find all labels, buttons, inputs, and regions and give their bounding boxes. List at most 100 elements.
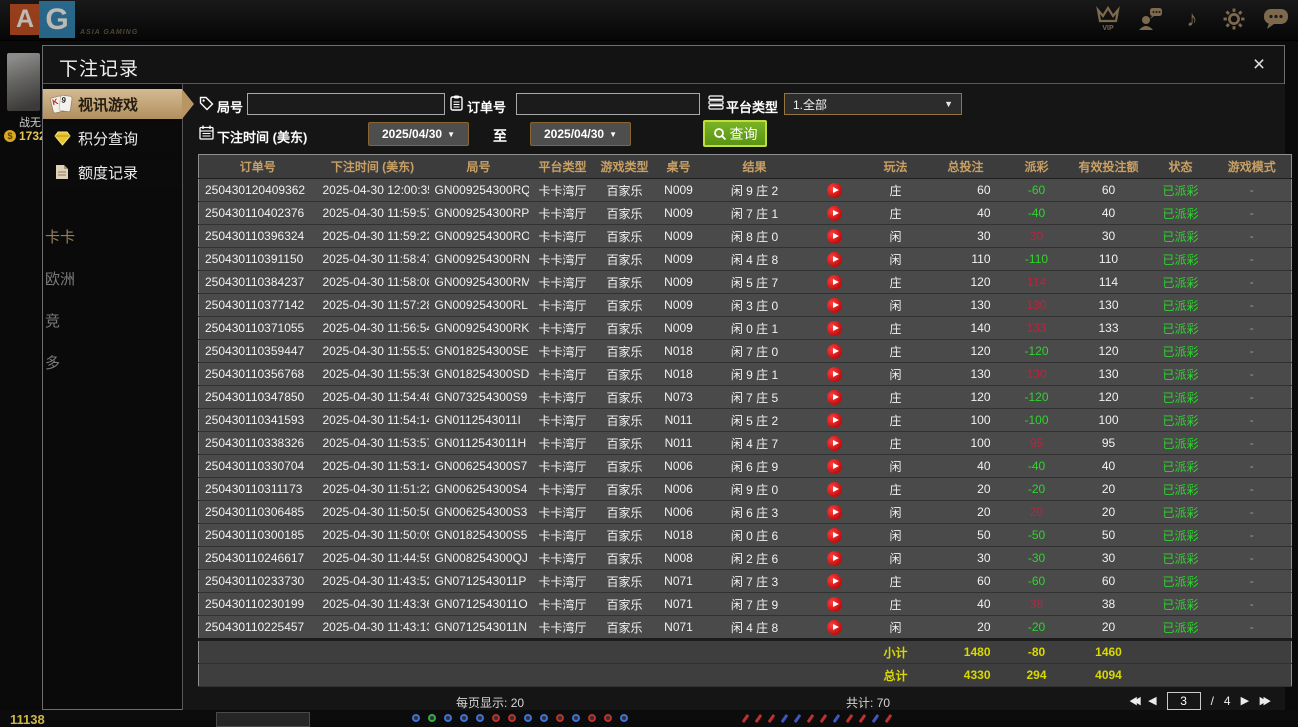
replay-play-button[interactable] (827, 229, 842, 244)
vip-crown-icon[interactable]: VIP (1094, 6, 1122, 32)
table-row: 250430110371055 2025-04-30 11:56:54 GN00… (199, 317, 1292, 340)
cell-game-no: GN009254300RP (429, 202, 529, 225)
total-label: 总计 (865, 664, 927, 687)
cell-game-type: 百家乐 (597, 478, 653, 501)
sidebar-tab-credit-records[interactable]: 额度记录 (43, 157, 182, 187)
replay-play-button[interactable] (827, 298, 842, 313)
cell-valid-bet: 95 (1069, 432, 1149, 455)
cell-payout: 130 (1005, 294, 1069, 317)
replay-play-button[interactable] (827, 390, 842, 405)
table-row: 250430110311173 2025-04-30 11:51:22 GN00… (199, 478, 1292, 501)
search-button[interactable]: 查询 (703, 120, 767, 147)
cell-game-no: GN006254300S4 (429, 478, 529, 501)
roadmap-dot (412, 714, 420, 722)
cell-game-mode: - (1213, 593, 1292, 616)
replay-play-button[interactable] (827, 413, 842, 428)
table-row: 250430110396324 2025-04-30 11:59:22 GN00… (199, 225, 1292, 248)
cell-payout: -30 (1005, 547, 1069, 570)
cell-valid-bet: 38 (1069, 593, 1149, 616)
clipboard-icon (449, 95, 464, 110)
play-triangle-icon (833, 601, 839, 607)
cell-valid-bet: 40 (1069, 455, 1149, 478)
roadmap-slashes (744, 714, 890, 723)
roadmap-dot (428, 714, 436, 722)
cell-platform: 卡卡湾厅 (529, 593, 597, 616)
column-header: 有效投注额 (1069, 155, 1149, 179)
cell-table-no: N009 (653, 179, 705, 202)
replay-play-button[interactable] (827, 482, 842, 497)
close-icon[interactable]: × (1246, 52, 1272, 78)
cell-status: 已派彩 (1149, 593, 1213, 616)
roadmap-slash (781, 714, 789, 723)
previous-page-icon[interactable]: ◀ (1148, 692, 1156, 710)
replay-play-button[interactable] (827, 528, 842, 543)
cell-status: 已派彩 (1149, 179, 1213, 202)
cell-status: 已派彩 (1149, 294, 1213, 317)
first-page-icon[interactable]: ◀◀ (1129, 692, 1138, 710)
game-no-input[interactable] (247, 93, 445, 115)
sidebar-tab-points-query[interactable]: 积分查询 (43, 123, 182, 153)
replay-play-button[interactable] (827, 620, 842, 635)
replay-play-button[interactable] (827, 275, 842, 290)
cell-game-mode: - (1213, 271, 1292, 294)
replay-play-button[interactable] (827, 252, 842, 267)
play-triangle-icon (833, 463, 839, 469)
cell-valid-bet: 120 (1069, 340, 1149, 363)
customer-service-icon[interactable] (1136, 6, 1164, 32)
cell-valid-bet: 133 (1069, 317, 1149, 340)
last-page-icon[interactable]: ▶▶ (1259, 692, 1268, 710)
page-number-input[interactable]: 3 (1167, 692, 1201, 710)
replay-play-button[interactable] (827, 206, 842, 221)
cell-total-bet: 60 (927, 570, 1005, 593)
subtotal-row: 小计 1480 -80 1460 (199, 640, 1292, 664)
total-payout: 294 (1005, 664, 1069, 687)
cell-replay (805, 271, 865, 294)
replay-play-button[interactable] (827, 574, 842, 589)
chat-icon[interactable] (1262, 6, 1290, 32)
cell-valid-bet: 40 (1069, 202, 1149, 225)
replay-play-button[interactable] (827, 321, 842, 336)
table-row: 250430110359447 2025-04-30 11:55:53 GN01… (199, 340, 1292, 363)
play-triangle-icon (833, 394, 839, 400)
cell-valid-bet: 100 (1069, 409, 1149, 432)
cell-result: 闲 7 庄 9 (705, 593, 805, 616)
cell-payout: -120 (1005, 386, 1069, 409)
cell-platform: 卡卡湾厅 (529, 547, 597, 570)
cell-replay (805, 363, 865, 386)
replay-play-button[interactable] (827, 551, 842, 566)
cell-play: 庄 (865, 409, 927, 432)
cell-status: 已派彩 (1149, 524, 1213, 547)
platform-type-select[interactable]: 1.全部 ▼ (784, 93, 962, 115)
order-no-input[interactable] (516, 93, 700, 115)
music-icon[interactable]: ♪ (1178, 6, 1206, 32)
table-row: 250430110225457 2025-04-30 11:43:13 GN07… (199, 616, 1292, 640)
cell-game-mode: - (1213, 294, 1292, 317)
cell-play: 庄 (865, 386, 927, 409)
date-to-picker[interactable]: 2025/04/30 ▼ (530, 122, 631, 146)
cell-platform: 卡卡湾厅 (529, 271, 597, 294)
cell-table-no: N018 (653, 363, 705, 386)
next-page-icon[interactable]: ▶ (1241, 692, 1249, 710)
cell-game-no: GN0112543011I (429, 409, 529, 432)
replay-play-button[interactable] (827, 367, 842, 382)
total-count-value: 70 (877, 696, 890, 710)
roadmap-slash (872, 714, 880, 723)
sidebar-tab-video-games[interactable]: K9 视讯游戏 (43, 89, 182, 119)
replay-play-button[interactable] (827, 183, 842, 198)
asia-gaming-logo: A G ASIA GAMING (8, 0, 158, 40)
table-row: 250430110246617 2025-04-30 11:44:59 GN00… (199, 547, 1292, 570)
replay-play-button[interactable] (827, 505, 842, 520)
replay-play-button[interactable] (827, 597, 842, 612)
cell-order-id: 250430110230199 (199, 593, 317, 616)
replay-play-button[interactable] (827, 459, 842, 474)
settings-gear-icon[interactable] (1220, 6, 1248, 32)
cell-play: 庄 (865, 202, 927, 225)
cell-game-no: GN009254300RN (429, 248, 529, 271)
replay-play-button[interactable] (827, 436, 842, 451)
cell-payout: 38 (1005, 593, 1069, 616)
cell-replay (805, 202, 865, 225)
play-triangle-icon (833, 417, 839, 423)
replay-play-button[interactable] (827, 344, 842, 359)
cell-platform: 卡卡湾厅 (529, 317, 597, 340)
date-from-picker[interactable]: 2025/04/30 ▼ (368, 122, 469, 146)
